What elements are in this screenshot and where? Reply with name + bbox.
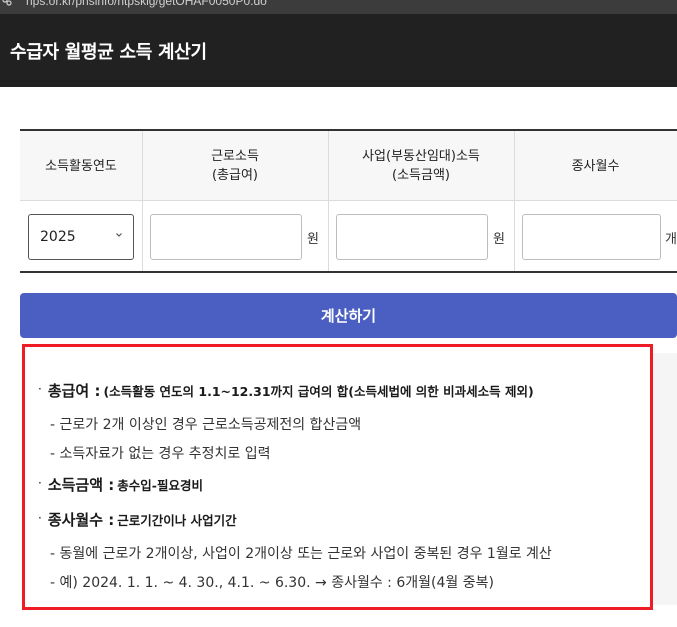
header-months-label: 종사월수 [571,158,620,174]
months-input[interactable] [522,214,661,260]
header-business: 사업(부동산임대)소득 (소득금액) [328,131,514,201]
wage-unit: 원 [307,232,319,247]
site-info-icon[interactable] [2,0,12,7]
term-desc: 근로기간이나 사업기간 [117,513,237,528]
url-text[interactable]: nps.or.kr/pnsinfo/ntpsklg/getOHAF0050P0.… [26,0,267,8]
term-note: - 예) 2024. 1. 1. ~ 4. 30., 4.1. ~ 6.30. … [50,575,494,591]
term-name: 종사월수 : [47,511,115,529]
term-note: - 근로가 2개 이상인 경우 근로소득공제전의 합산금액 [50,417,362,433]
header-year: 소득활동연도 [20,131,142,201]
year-select[interactable]: 2025 [28,214,134,260]
wage-input[interactable] [150,214,302,260]
page-header: 수급자 월평균 소득 계산기 [0,14,677,87]
header-business-sublabel: (소득금액) [392,168,450,183]
business-unit: 원 [493,232,505,247]
chevron-down-icon [116,233,122,237]
header-wage: 근로소득 (총급여) [142,131,328,201]
term-name: 소득금액 : [47,476,115,494]
term-total-wage: · 총급여 : (소득활동 연도의 1.1~12.31까지 급여의 합(소득세법에 … [38,382,534,400]
income-input-table: 소득활동연도 근로소득 (총급여) 사업(부동산임대)소득 (소득금액) 종사월… [20,129,677,273]
browser-url-bar[interactable]: nps.or.kr/pnsinfo/ntpsklg/getOHAF0050P0.… [0,0,677,14]
header-year-label: 소득활동연도 [45,158,117,174]
header-wage-label: 근로소득 [211,149,259,164]
term-work-months: · 종사월수 : 근로기간이나 사업기간 [38,511,237,529]
term-name: 총급여 : [47,382,101,400]
term-desc: 총수입-필요경비 [117,478,203,493]
term-note: - 동월에 근로가 2개이상, 사업이 2개이상 또는 근로와 사업이 중복된 … [50,546,552,562]
year-select-value: 2025 [40,229,76,245]
calculate-button[interactable]: 계산하기 [20,293,677,338]
term-note: - 소득자료가 없는 경우 추정치로 입력 [50,446,271,462]
term-desc: (소득활동 연도의 1.1~12.31까지 급여의 합(소득세법에 의한 비과세… [103,384,534,399]
header-months: 종사월수 [514,131,677,201]
business-income-input[interactable] [336,214,488,260]
months-unit: 개 [665,232,677,247]
header-wage-sublabel: (총급여) [211,168,259,183]
term-income-amount: · 소득금액 : 총수입-필요경비 [38,476,203,494]
page-title: 수급자 월평균 소득 계산기 [10,42,207,63]
header-business-label: 사업(부동산임대)소득 [362,149,480,164]
